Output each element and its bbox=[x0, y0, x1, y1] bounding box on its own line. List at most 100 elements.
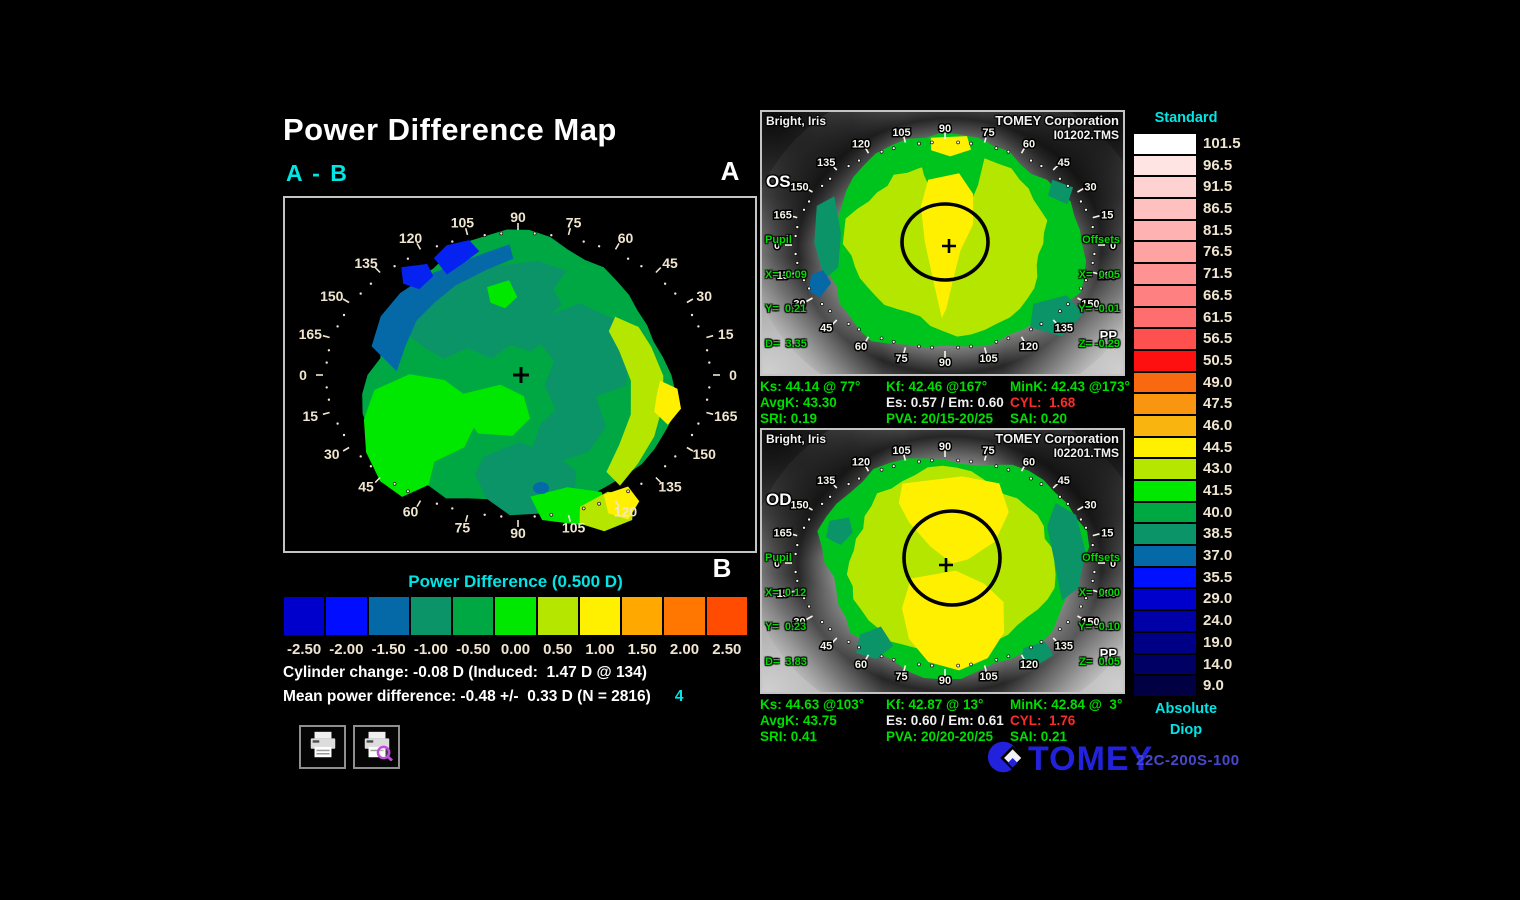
power-scale-cell bbox=[325, 596, 367, 636]
stat-sai: SAI: 0.20 bbox=[1010, 411, 1129, 427]
standard-scale-swatch bbox=[1133, 675, 1197, 697]
pupil-title: Pupil bbox=[765, 553, 807, 565]
dial-dot bbox=[1066, 184, 1069, 187]
dial-dot bbox=[930, 459, 933, 462]
dial-dot bbox=[359, 292, 362, 295]
offsets-x: X= 0.05 bbox=[1078, 270, 1120, 282]
dial-dot bbox=[640, 482, 643, 485]
dial-angle-label: 120 bbox=[852, 139, 870, 151]
offsets-y: Y= -0.01 bbox=[1078, 304, 1120, 316]
stat-cyl: CYL: 1.76 bbox=[1010, 713, 1129, 729]
dial-dot bbox=[1030, 477, 1033, 480]
dial-angle-label: 90 bbox=[510, 209, 526, 225]
standard-scale-swatch bbox=[1133, 588, 1197, 610]
stat-es-em: Es: 0.60 / Em: 0.61 bbox=[886, 713, 1010, 729]
dial-dot bbox=[327, 349, 330, 352]
standard-scale-swatch bbox=[1133, 372, 1197, 394]
mean-power-text: Mean power difference: -0.48 +/- 0.33 D … bbox=[283, 688, 651, 705]
stat-avgk: AvgK: 43.30 bbox=[760, 395, 886, 411]
stat-es-em: Es: 0.57 / Em: 0.60 bbox=[886, 395, 1010, 411]
dial-dot bbox=[1058, 495, 1061, 498]
dial-dot bbox=[918, 345, 921, 348]
dial-dot bbox=[674, 455, 677, 458]
standard-scale-value: 19.0 bbox=[1203, 632, 1241, 654]
dial-dot bbox=[598, 502, 601, 505]
power-scale-value: 2.00 bbox=[663, 641, 705, 658]
dial-dot bbox=[533, 515, 536, 518]
standard-scale-swatch bbox=[1133, 458, 1197, 480]
dial-dot bbox=[957, 459, 960, 462]
power-scale-cell bbox=[452, 596, 494, 636]
dial-dot bbox=[858, 477, 861, 480]
dial-dot bbox=[847, 483, 850, 486]
standard-scale-value: 46.0 bbox=[1203, 415, 1241, 437]
map-mode-label: A - B bbox=[286, 160, 349, 187]
standard-scale-swatch bbox=[1133, 198, 1197, 220]
dial-dot bbox=[880, 468, 883, 471]
power-scale-labels: -2.50-2.00-1.50-1.00-0.500.000.501.001.5… bbox=[283, 641, 748, 658]
print-button[interactable] bbox=[299, 725, 346, 769]
dial-angle-label: 90 bbox=[939, 441, 951, 453]
print-preview-button[interactable] bbox=[353, 725, 400, 769]
stat-pva: PVA: 20/15-20/25 bbox=[886, 411, 1010, 427]
pupil-y: Y= 0.21 bbox=[765, 304, 807, 316]
dial-dot bbox=[697, 325, 700, 328]
dial-dot bbox=[957, 664, 960, 667]
dial-angle-label: 90 bbox=[939, 123, 951, 135]
dial-dot bbox=[640, 265, 643, 268]
pupil-title: Pupil bbox=[765, 235, 807, 247]
dial-dot bbox=[847, 322, 850, 325]
dial-angle-label: 150 bbox=[790, 181, 808, 193]
offsets-x: X= 0.00 bbox=[1078, 588, 1120, 600]
dial-dot bbox=[918, 142, 921, 145]
power-scale-cell bbox=[494, 596, 536, 636]
dial-dot bbox=[406, 490, 409, 493]
standard-scale-value: 61.5 bbox=[1203, 307, 1241, 329]
dial-dot bbox=[821, 621, 824, 624]
dial-angle-label: 165 bbox=[299, 326, 323, 342]
standard-scale-value: 86.5 bbox=[1203, 198, 1241, 220]
dial-dot bbox=[393, 482, 396, 485]
standard-scale-value: 9.0 bbox=[1203, 675, 1241, 697]
standard-scale-swatch bbox=[1133, 263, 1197, 285]
dial-dot bbox=[336, 422, 339, 425]
dial-dot bbox=[808, 200, 811, 203]
dial-dot bbox=[1040, 165, 1043, 168]
stat-mink: MinK: 42.43 @173° bbox=[1010, 379, 1129, 395]
dial-dot bbox=[627, 490, 630, 493]
offsets-title: Offsets bbox=[1078, 235, 1120, 247]
power-difference-color-scale bbox=[283, 596, 748, 636]
dial-dot bbox=[664, 465, 667, 468]
tomey-logo-icon bbox=[986, 737, 1026, 782]
standard-scale-value: 38.5 bbox=[1203, 523, 1241, 545]
dial-angle-label: 105 bbox=[892, 445, 910, 457]
patient-name: Bright, Iris bbox=[766, 432, 826, 446]
standard-scale-swatch bbox=[1133, 350, 1197, 372]
dial-angle-label: 105 bbox=[979, 671, 997, 683]
dial-dot bbox=[918, 663, 921, 666]
dial-dot bbox=[343, 434, 346, 437]
standard-scale-swatch bbox=[1133, 523, 1197, 545]
dial-angle-label: 105 bbox=[979, 353, 997, 365]
power-scale-value: -1.50 bbox=[368, 641, 410, 658]
power-scale-cell bbox=[663, 596, 705, 636]
dial-dot bbox=[995, 658, 998, 661]
dial-dot bbox=[803, 526, 806, 529]
dial-dot bbox=[627, 257, 630, 260]
dial-dot bbox=[880, 337, 883, 340]
dial-dot bbox=[1040, 322, 1043, 325]
dial-angle-label: 30 bbox=[324, 446, 340, 462]
stat-kf: Kf: 42.46 @167° bbox=[886, 379, 1010, 395]
brand-logo: TOMEY bbox=[986, 737, 1153, 782]
dial-angle-label: 15 bbox=[303, 408, 319, 424]
standard-scale-swatch bbox=[1133, 437, 1197, 459]
dial-angle-label: 135 bbox=[1055, 323, 1073, 335]
dial-angle-label: 120 bbox=[852, 457, 870, 469]
dial-dot bbox=[880, 150, 883, 153]
stat-ks: Ks: 44.14 @ 77° bbox=[760, 379, 886, 395]
offsets-readout: Offsets X= 0.00 Y= -0.10 Z= 0.05 bbox=[1078, 530, 1120, 691]
standard-scale-value: 81.5 bbox=[1203, 220, 1241, 242]
dial-dot bbox=[369, 465, 372, 468]
print-preview-icon bbox=[359, 729, 395, 766]
dial-dot bbox=[1007, 337, 1010, 340]
